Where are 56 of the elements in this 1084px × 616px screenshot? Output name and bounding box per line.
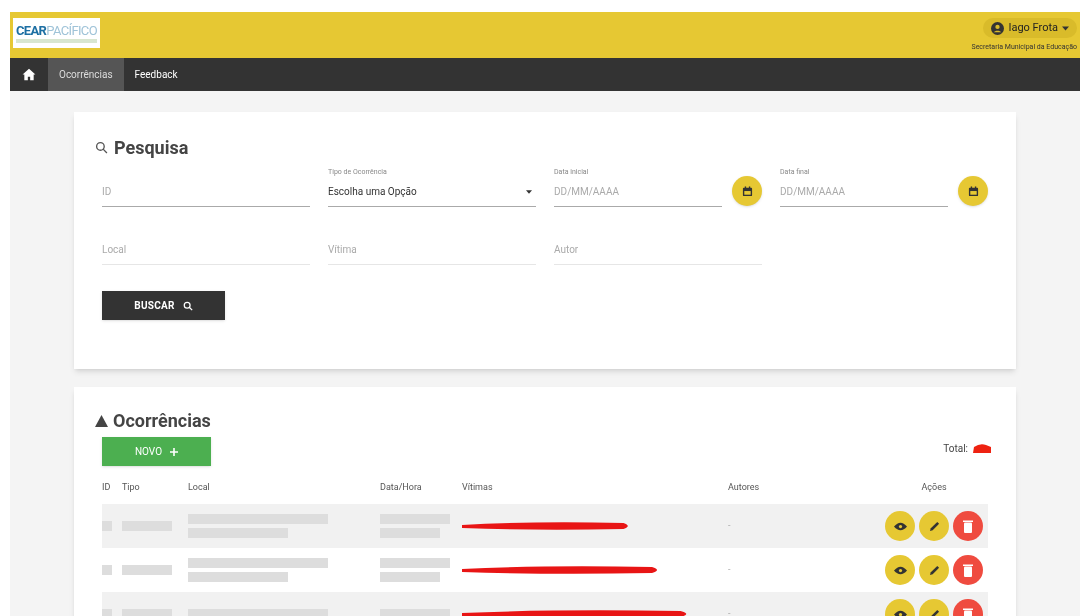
caret-icon [1062,25,1069,31]
trash-icon [963,563,973,577]
table-cell-text: - [728,563,732,577]
calendar-button[interactable] [958,176,988,206]
user-icon [991,21,1005,35]
view-button[interactable] [885,555,915,585]
warning-icon [95,414,108,427]
eye-icon [893,609,907,616]
blurred-text [122,565,172,575]
nav-tab[interactable]: Ocorrências [48,58,124,91]
logo-text: CEAR [16,23,47,37]
select-field[interactable]: Escolha uma Opção [328,177,536,207]
total-label: Total: [943,442,968,456]
nav-tab[interactable]: Feedback [123,58,189,91]
input-field[interactable]: ID [102,177,310,207]
logo-text: PACÍFICO [46,23,97,37]
calendar-icon [741,185,753,197]
eye-icon [893,565,907,575]
eye-icon [893,521,907,531]
search-button[interactable]: BUSCAR [102,291,225,320]
user-menu-button[interactable]: Iago Frota [983,18,1077,38]
calendar-icon [967,185,979,197]
pencil-icon [928,564,940,576]
delete-button[interactable] [953,555,983,585]
home-icon [22,68,36,81]
results-title: Ocorrências [113,409,211,433]
column-header: Tipo [122,481,141,495]
column-header: Data/Hora [380,481,423,495]
column-header: ID [102,481,112,495]
pencil-icon [928,520,940,532]
input-field[interactable]: DD/MM/AAAA [780,177,948,207]
redaction-mark [972,444,992,453]
column-header: Local [188,481,211,495]
search-title: Pesquisa [114,136,189,160]
column-header: Vítimas [462,481,494,495]
column-header: Autores [728,481,761,495]
edit-button[interactable] [919,555,949,585]
view-button[interactable] [885,511,915,541]
table-cell-text: - [728,607,732,616]
edit-button[interactable] [919,511,949,541]
column-header: Ações [920,481,948,495]
search-icon [95,141,108,154]
caret-icon [526,189,532,194]
blurred-text [102,565,112,575]
input-field[interactable]: DD/MM/AAAA [554,177,722,207]
logo[interactable]: CEARPACÍFICO [13,18,100,48]
trash-icon [963,519,973,533]
calendar-button[interactable] [732,176,762,206]
plus-icon [170,447,179,456]
blurred-text [102,521,112,531]
table-cell-text: - [728,519,732,533]
blurred-text [380,572,440,582]
delete-button[interactable] [953,511,983,541]
blurred-text [102,609,112,616]
search-icon [182,300,193,311]
blurred-text [380,558,450,568]
